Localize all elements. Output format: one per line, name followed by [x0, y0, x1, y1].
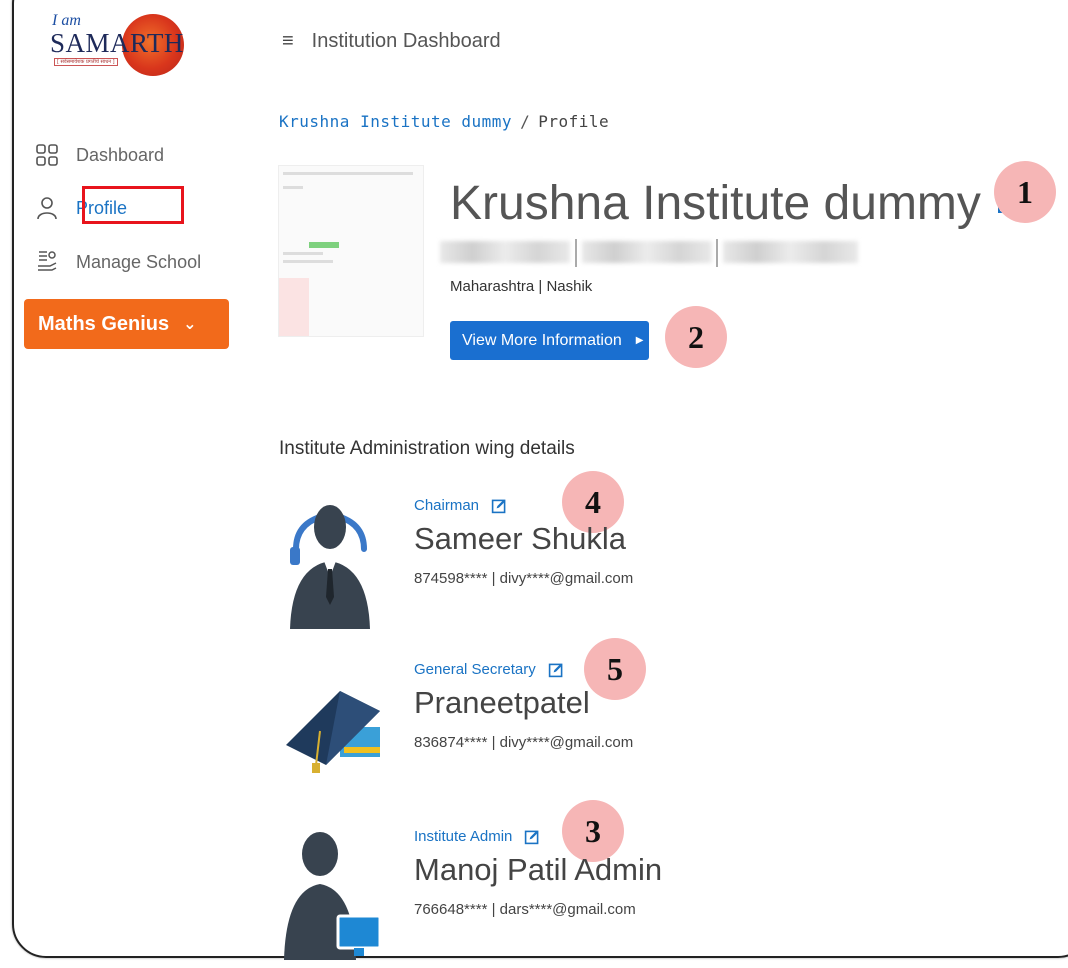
sidebar-item-label: Manage School	[76, 251, 202, 272]
person-contact: 874598**** | divy****@gmail.com	[414, 570, 634, 587]
samarth-logo[interactable]: I am SAMARTH [ सर्वसमावेशक प्रगतीचे साधन…	[44, 10, 194, 80]
logo-tagline: [ सर्वसमावेशक प्रगतीचे साधन ]	[54, 58, 118, 66]
edit-icon[interactable]	[491, 498, 507, 514]
person-name: Manoj Patil Admin	[414, 852, 663, 887]
businessman-avatar-icon	[280, 497, 380, 637]
blurred-address	[440, 237, 860, 267]
grid-icon	[34, 142, 60, 168]
breadcrumb: Krushna Institute dummy / Profile	[279, 112, 609, 131]
person-name: Sameer Shukla	[414, 521, 626, 556]
sidebar-item-label: Dashboard	[76, 144, 165, 165]
edit-icon[interactable]	[548, 662, 564, 678]
topbar: ≡ Institution Dashboard	[282, 30, 501, 53]
sidebar: I am SAMARTH [ सर्वसमावेशक प्रगतीचे साधन…	[14, 0, 229, 960]
breadcrumb-link[interactable]: Krushna Institute dummy	[279, 112, 512, 131]
callout-badge-2: 2	[665, 306, 727, 368]
person-name: Praneetpatel	[414, 685, 590, 720]
school-icon	[34, 249, 60, 275]
view-more-button[interactable]: View More Information ▶	[450, 321, 649, 360]
person-card-chairman: Chairman Sameer Shukla 874598**** | divy…	[280, 497, 780, 637]
chevron-down-icon: ⌄	[183, 316, 197, 333]
person-role: Institute Admin	[414, 828, 540, 845]
role-label: Chairman	[414, 497, 480, 514]
breadcrumb-separator: /	[520, 112, 531, 131]
highlight-box	[82, 186, 184, 224]
menu-icon[interactable]: ≡	[282, 30, 294, 53]
institute-location: Maharashtra | Nashik	[450, 278, 593, 295]
person-card-general-secretary: General Secretary Praneetpatel 836874***…	[280, 661, 780, 801]
person-role: General Secretary	[414, 661, 564, 678]
role-label: Institute Admin	[414, 828, 513, 845]
maths-genius-button[interactable]: Maths Genius ⌄	[24, 299, 229, 349]
edit-icon[interactable]	[524, 829, 540, 845]
maths-genius-label: Maths Genius	[38, 312, 170, 335]
institute-name: Krushna Institute dummy	[450, 176, 1017, 231]
page-title: Institution Dashboard	[311, 30, 501, 52]
person-card-institute-admin: Institute Admin Manoj Patil Admin 766648…	[280, 828, 780, 968]
user-icon	[34, 195, 60, 221]
caret-right-icon: ▶	[635, 335, 644, 346]
logo-main-text: SAMARTH	[50, 28, 184, 58]
role-label: General Secretary	[414, 661, 536, 678]
section-title: Institute Administration wing details	[279, 438, 575, 459]
view-more-label: View More Information	[462, 331, 622, 349]
person-contact: 766648**** | dars****@gmail.com	[414, 901, 636, 918]
person-contact: 836874**** | divy****@gmail.com	[414, 734, 634, 751]
sidebar-item-dashboard[interactable]: Dashboard	[34, 140, 164, 170]
sidebar-item-manage-school[interactable]: Manage School	[34, 247, 201, 277]
graduation-cap-icon	[280, 661, 380, 801]
admin-computer-avatar-icon	[280, 828, 382, 968]
callout-badge-1: 1	[994, 161, 1056, 223]
person-role: Chairman	[414, 497, 507, 514]
institute-name-text: Krushna Institute dummy	[450, 177, 981, 230]
institute-thumbnail[interactable]	[278, 165, 424, 337]
breadcrumb-current: Profile	[538, 112, 610, 131]
sidebar-item-profile[interactable]: Profile	[34, 186, 184, 224]
